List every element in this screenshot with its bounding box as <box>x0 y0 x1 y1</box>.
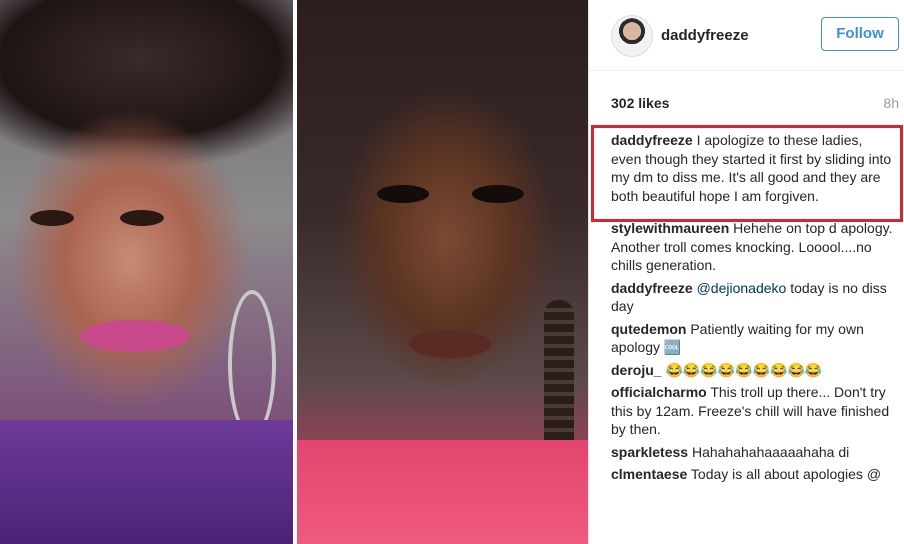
list-item: qutedemon Patiently waiting for my own a… <box>611 320 893 357</box>
comment-username[interactable]: daddyfreeze <box>611 280 693 296</box>
lips <box>80 320 190 352</box>
left-eye <box>30 210 74 226</box>
follow-button[interactable]: Follow <box>821 17 899 51</box>
list-item: deroju_ 😂😂😂😂😂😂😂😂😂 <box>611 361 893 380</box>
photo-right-woman <box>297 0 588 544</box>
photo-left-woman <box>0 0 293 544</box>
lips <box>409 330 491 358</box>
username-link[interactable]: daddyfreeze <box>661 27 749 44</box>
post-header: daddyfreeze Follow <box>589 0 904 71</box>
comment-text: 😂😂😂😂😂😂😂😂😂 <box>665 361 823 378</box>
comment-username[interactable]: qutedemon <box>611 321 686 337</box>
purple-top <box>0 420 293 544</box>
comment-username[interactable]: sparkletess <box>611 444 688 460</box>
likes-count[interactable]: 302 likes <box>611 95 669 111</box>
caption: daddyfreeze I apologize to these ladies,… <box>611 131 893 205</box>
post-side-panel: daddyfreeze Follow 302 likes 8h daddyfre… <box>588 0 904 544</box>
list-item: officialcharmo This troll up there... Do… <box>611 383 893 439</box>
list-item: sparkletess Hahahahahaaaaahaha di <box>611 443 893 462</box>
list-item: daddyfreeze @dejionadeko today is no dis… <box>611 279 893 316</box>
comment-username[interactable]: deroju_ <box>611 362 662 378</box>
comment-username[interactable]: daddyfreeze <box>611 132 693 148</box>
hoop-earring <box>228 290 276 438</box>
avatar[interactable] <box>611 15 653 57</box>
left-eye <box>377 185 429 203</box>
post-time[interactable]: 8h <box>883 95 899 111</box>
comment-username[interactable]: stylewithmaureen <box>611 220 729 236</box>
comment-username[interactable]: clmentaese <box>611 466 687 482</box>
pink-top <box>297 440 588 544</box>
right-eye <box>472 185 524 203</box>
comments-list: daddyfreeze I apologize to these ladies,… <box>611 131 893 488</box>
right-eye <box>120 210 164 226</box>
comment-text: Today is all about apologies @ <box>690 466 882 482</box>
mention-link[interactable]: @dejionadeko <box>697 280 787 296</box>
post-photo <box>0 0 588 544</box>
list-item: clmentaese Today is all about apologies … <box>611 465 893 484</box>
comment-text: Hahahahahaaaaahaha di <box>691 443 850 460</box>
list-item: stylewithmaureen Hehehe on top d apology… <box>611 219 893 275</box>
comment-username[interactable]: officialcharmo <box>611 384 707 400</box>
